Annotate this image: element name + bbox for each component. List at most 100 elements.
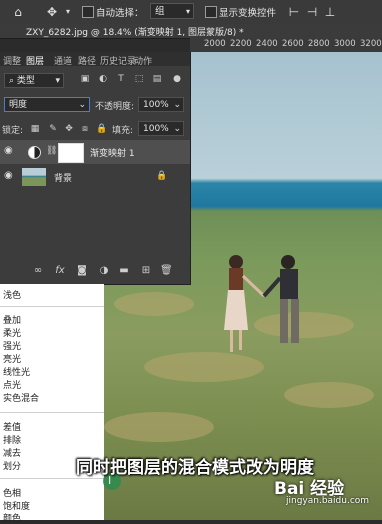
grass-patch (104, 412, 214, 442)
blend-option[interactable]: 排除 (3, 433, 21, 446)
ruler-tick: 2000 (204, 39, 226, 49)
ruler-tick: 2200 (230, 39, 252, 49)
blend-option[interactable]: 叠加 (3, 313, 21, 326)
blend-option[interactable]: 柔光 (3, 326, 21, 339)
ruler-tick: 3200 (360, 39, 382, 49)
blend-option[interactable]: 线性光 (3, 365, 30, 378)
show-transform-checkbox[interactable] (205, 6, 217, 18)
ruler-tick: 2400 (256, 39, 278, 49)
align-right-icon[interactable]: ⊥ (322, 4, 338, 20)
lock-position-icon[interactable]: ✥ (64, 124, 74, 134)
fill-label: 填充: (112, 126, 134, 136)
layers-panel: 调整 图层 通道 路径 历史记录 动作 ⌕ 类型 ▾ ▣ ◐ T ⬚ ▤ ● 明… (0, 52, 191, 285)
adjustment-filter-icon[interactable]: ◐ (98, 74, 108, 84)
blend-option[interactable]: 点光 (3, 378, 21, 391)
chevron-down-icon: ⌄ (173, 100, 181, 110)
visibility-eye-icon[interactable]: ◉ (4, 171, 14, 181)
tab-actions[interactable]: 动作 (134, 54, 152, 67)
new-group-icon[interactable]: ▬ (118, 265, 130, 277)
blend-option[interactable]: 强光 (3, 339, 21, 352)
couple-figures (224, 255, 299, 352)
filter-dropdown[interactable]: ⌕ 类型 ▾ (4, 73, 64, 88)
tab-adjustments[interactable]: 调整 (3, 54, 21, 67)
divider (0, 478, 104, 479)
lock-all-icon[interactable]: 🔒 (96, 124, 107, 134)
fill-input[interactable]: 100% ⌄ (138, 121, 184, 136)
watermark-url: jingyan.baidu.com (286, 496, 370, 506)
home-icon[interactable]: ⌂ (10, 4, 26, 20)
opacity-input[interactable]: 100% ⌄ (138, 97, 184, 112)
link-layers-icon[interactable]: ∞ (32, 265, 44, 277)
auto-select-checkbox[interactable] (82, 6, 94, 18)
show-transform-label: 显示变换控件 (219, 8, 277, 19)
new-layer-icon[interactable]: ⊞ (140, 265, 152, 277)
blend-option[interactable]: 颜色 (3, 511, 21, 524)
image-filter-icon[interactable]: ▣ (80, 74, 90, 84)
layer-row-background[interactable]: ◉ 背景 🔒 (0, 165, 190, 189)
grass-patch (114, 292, 194, 316)
tab-channels[interactable]: 通道 (54, 54, 72, 67)
new-adjustment-icon[interactable]: ◑ (98, 265, 110, 277)
divider (0, 306, 104, 307)
visibility-eye-icon[interactable]: ◉ (4, 146, 14, 156)
move-tool-icon[interactable]: ✥ (44, 4, 60, 20)
adjustment-layer-icon (28, 146, 41, 159)
document-title: ZXY_6282.jpg @ 18.4% (渐变映射 1, 图层蒙版/8) * (26, 28, 244, 38)
chevron-down-icon[interactable]: ▾ (60, 4, 76, 20)
document-tab[interactable]: ZXY_6282.jpg @ 18.4% (渐变映射 1, 图层蒙版/8) * (0, 24, 382, 39)
lock-brush-icon[interactable]: ✎ (48, 124, 58, 134)
layer-mask-thumbnail[interactable] (58, 143, 84, 163)
tab-history[interactable]: 历史记录 (100, 54, 136, 67)
lock-label: 锁定: (2, 126, 24, 136)
filter-label: 类型 (16, 76, 35, 86)
layer-row-gradient-map[interactable]: ◉ ⛓ 渐变映射 1 (0, 140, 190, 164)
ruler-tick: 2600 (282, 39, 304, 49)
tab-paths[interactable]: 路径 (78, 54, 96, 67)
chevron-down-icon: ⌄ (78, 100, 86, 110)
grass-patch (284, 382, 374, 408)
type-filter-icon[interactable]: T (116, 74, 126, 84)
blend-option[interactable]: 亮光 (3, 352, 21, 365)
blend-option[interactable]: 色相 (3, 486, 21, 499)
filter-row: ⌕ 类型 ▾ ▣ ◐ T ⬚ ▤ ● (0, 72, 190, 90)
lock-artboard-icon[interactable]: ⧈ (80, 124, 90, 134)
blend-option[interactable]: 差值 (3, 420, 21, 433)
blend-option[interactable]: 划分 (3, 459, 21, 472)
blend-mode-list: 浅色 叠加 柔光 强光 亮光 线性光 点光 实色混合 差值 排除 减去 划分 色… (0, 284, 104, 524)
trash-icon[interactable]: 🗑 (160, 265, 173, 277)
fx-icon[interactable]: fx (54, 265, 66, 277)
auto-select-label: 自动选择： (96, 8, 144, 19)
layer-name[interactable]: 背景 (54, 171, 72, 184)
smart-object-filter-icon[interactable]: ▤ (152, 74, 162, 84)
blend-option[interactable]: 减去 (3, 446, 21, 459)
blend-option[interactable]: 浅色 (3, 288, 21, 301)
link-icon[interactable]: ⛓ (46, 146, 57, 156)
blend-mode-value: 明度 (9, 100, 28, 110)
shape-filter-icon[interactable]: ⬚ (134, 74, 144, 84)
chevron-down-icon: ⌄ (173, 124, 181, 134)
fill-value: 100% (143, 124, 169, 134)
horizontal-ruler: 2000 2200 2400 2600 2800 3000 3200 (190, 38, 382, 53)
layer-thumbnail[interactable] (22, 168, 46, 186)
auto-select-dropdown[interactable]: 组 ▾ (150, 3, 194, 19)
lock-row: 锁定: ▦ ✎ ✥ ⧈ 🔒 填充: 100% ⌄ (0, 120, 190, 138)
blend-mode-dropdown[interactable]: 明度 ⌄ (4, 97, 90, 112)
align-left-icon[interactable]: ⊢ (286, 4, 302, 20)
filter-toggle-icon[interactable]: ● (172, 74, 182, 84)
layer-name[interactable]: 渐变映射 1 (90, 146, 135, 159)
panel-tabs: 调整 图层 通道 路径 历史记录 动作 (0, 52, 190, 67)
divider (0, 412, 104, 413)
blend-option[interactable]: 实色混合 (3, 391, 39, 404)
chevron-down-icon: ▾ (55, 76, 60, 86)
align-center-icon[interactable]: ⊣ (304, 4, 320, 20)
search-icon: ⌕ (9, 76, 17, 86)
lock-pixels-icon[interactable]: ▦ (30, 124, 40, 134)
opacity-label: 不透明度: (95, 102, 135, 112)
opacity-value: 100% (143, 100, 169, 110)
ruler-tick: 2800 (308, 39, 330, 49)
ruler-tick: 3000 (334, 39, 356, 49)
tab-layers[interactable]: 图层 (26, 54, 44, 67)
baidu-watermark: Bai 经验 jingyan.baidu.com (274, 474, 369, 514)
add-mask-icon[interactable]: ◙ (76, 265, 88, 277)
layers-bottom-bar: ∞ fx ◙ ◑ ▬ ⊞ 🗑 (0, 260, 190, 282)
